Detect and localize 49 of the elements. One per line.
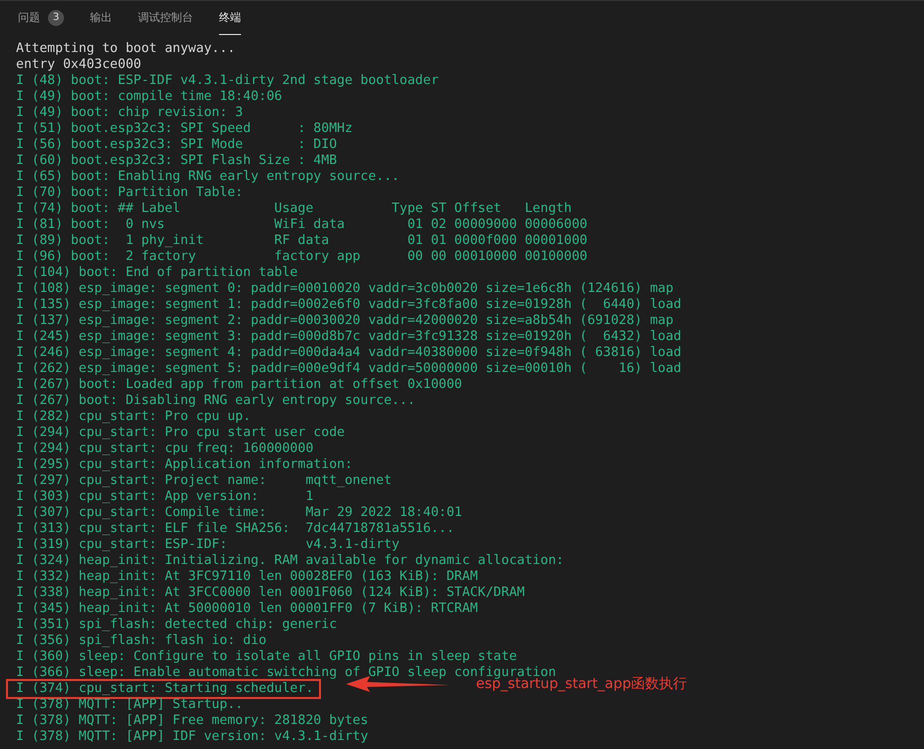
log-line: I (294) cpu_start: Pro cpu start user code bbox=[16, 425, 345, 441]
log-line: I (378) MQTT: [APP] Startup.. bbox=[16, 697, 243, 713]
log-line: I (60) boot.esp32c3: SPI Flash Size : 4MB bbox=[16, 153, 337, 169]
log-line: I (70) boot: Partition Table: bbox=[16, 185, 243, 201]
log-line: I (81) boot: 0 nvs WiFi data 01 02 00009000 00006000 bbox=[16, 217, 588, 233]
log-line: I (262) esp_image: segment 5: paddr=000e9df4 vaddr=50000000 size=00010h ( 16) load bbox=[16, 361, 682, 377]
log-line: I (137) esp_image: segment 2: paddr=00030020 vaddr=42000020 size=a8b54h (691028) map bbox=[16, 313, 674, 329]
panel-tab[interactable]: 问题 3 bbox=[18, 1, 64, 35]
log-line: I (267) boot: Disabling RNG early entropy source... bbox=[16, 393, 416, 409]
highlighted-log-line: I (374) cpu_start: Starting scheduler. bbox=[8, 681, 320, 697]
log-line: I (295) cpu_start: Application information: bbox=[16, 457, 353, 473]
log-line: I (345) heap_init: At 50000010 len 00001FF0 (7 KiB): RTCRAM bbox=[16, 601, 478, 617]
log-line: I (51) boot.esp32c3: SPI Speed : 80MHz bbox=[16, 121, 353, 137]
log-line: I (108) esp_image: segment 0: paddr=00010020 vaddr=3c0b0020 size=1e6c8h (124616) map bbox=[16, 281, 674, 297]
log-line: I (356) spi_flash: flash io: dio bbox=[16, 633, 266, 649]
log-line: I (378) MQTT: [APP] IDF version: v4.3.1-dirty bbox=[16, 729, 368, 745]
log-line: I (324) heap_init: Initializing. RAM available for dynamic allocation: bbox=[16, 553, 564, 569]
log-line: I (378) MQTT: [APP] Free memory: 281820 bytes bbox=[16, 713, 368, 729]
log-line: I (49) boot: compile time 18:40:06 bbox=[16, 89, 282, 105]
log-line: I (245) esp_image: segment 3: paddr=000d8b7c vaddr=3fc91328 size=01920h ( 6432) load bbox=[16, 329, 682, 345]
log-line: I (307) cpu_start: Compile time: Mar 29 2022 18:40:01 bbox=[16, 505, 462, 521]
log-line: entry 0x403ce000 bbox=[16, 57, 142, 73]
log-line: I (135) esp_image: segment 1: paddr=0002e6f0 vaddr=3fc8fa00 size=01928h ( 6440) load bbox=[16, 297, 682, 313]
log-line: I (360) sleep: Configure to isolate all GPIO pins in sleep state bbox=[16, 649, 517, 665]
log-line: I (351) spi_flash: detected chip: generic bbox=[16, 617, 337, 633]
log-line: I (267) boot: Loaded app from partition at offset 0x10000 bbox=[16, 377, 462, 393]
log-line: I (96) boot: 2 factory factory app 00 00 00010000 00100000 bbox=[16, 249, 588, 265]
log-line: I (297) cpu_start: Project name: mqtt_onenet bbox=[16, 473, 392, 489]
log-line: I (282) cpu_start: Pro cpu up. bbox=[16, 409, 251, 425]
log-line: I (89) boot: 1 phy_init RF data 01 01 0000f000 00001000 bbox=[16, 233, 588, 249]
log-line: I (74) boot: ## Label Usage Type ST Offset Length bbox=[16, 201, 572, 217]
log-line: I (313) cpu_start: ELF file SHA256: 7dc44718781a5516... bbox=[16, 521, 454, 537]
log-line: I (65) boot: Enabling RNG early entropy source... bbox=[16, 169, 400, 185]
log-line: I (246) esp_image: segment 4: paddr=000da4a4 vaddr=40380000 size=0f948h ( 63816) load bbox=[16, 345, 682, 361]
log-line: I (338) heap_init: At 3FCC0000 len 0001F060 (124 KiB): STACK/DRAM bbox=[16, 585, 525, 601]
panel-tab[interactable]: 输出 bbox=[90, 1, 112, 35]
log-line: I (49) boot: chip revision: 3 bbox=[16, 105, 243, 121]
panel-tab[interactable]: 调试控制台 bbox=[138, 1, 193, 35]
log-line: I (104) boot: End of partition table bbox=[16, 265, 298, 281]
log-line: I (332) heap_init: At 3FC97110 len 00028EF0 (163 KiB): DRAM bbox=[16, 569, 478, 585]
count-badge: 3 bbox=[48, 10, 64, 26]
log-line: I (56) boot.esp32c3: SPI Mode : DIO bbox=[16, 137, 337, 153]
panel-tab[interactable]: 终端 bbox=[219, 1, 241, 35]
log-line: I (303) cpu_start: App version: 1 bbox=[16, 489, 314, 505]
log-line: I (366) sleep: Enable automatic switching of GPIO sleep configuration bbox=[16, 665, 556, 680]
log-line: I (294) cpu_start: cpu freq: 160000000 bbox=[16, 441, 314, 457]
log-line: Attempting to boot anyway... bbox=[16, 41, 236, 57]
log-line: I (319) cpu_start: ESP-IDF: v4.3.1-dirty bbox=[16, 537, 400, 553]
log-line: I (48) boot: ESP-IDF v4.3.1-dirty 2nd stage bootloader bbox=[16, 73, 439, 89]
